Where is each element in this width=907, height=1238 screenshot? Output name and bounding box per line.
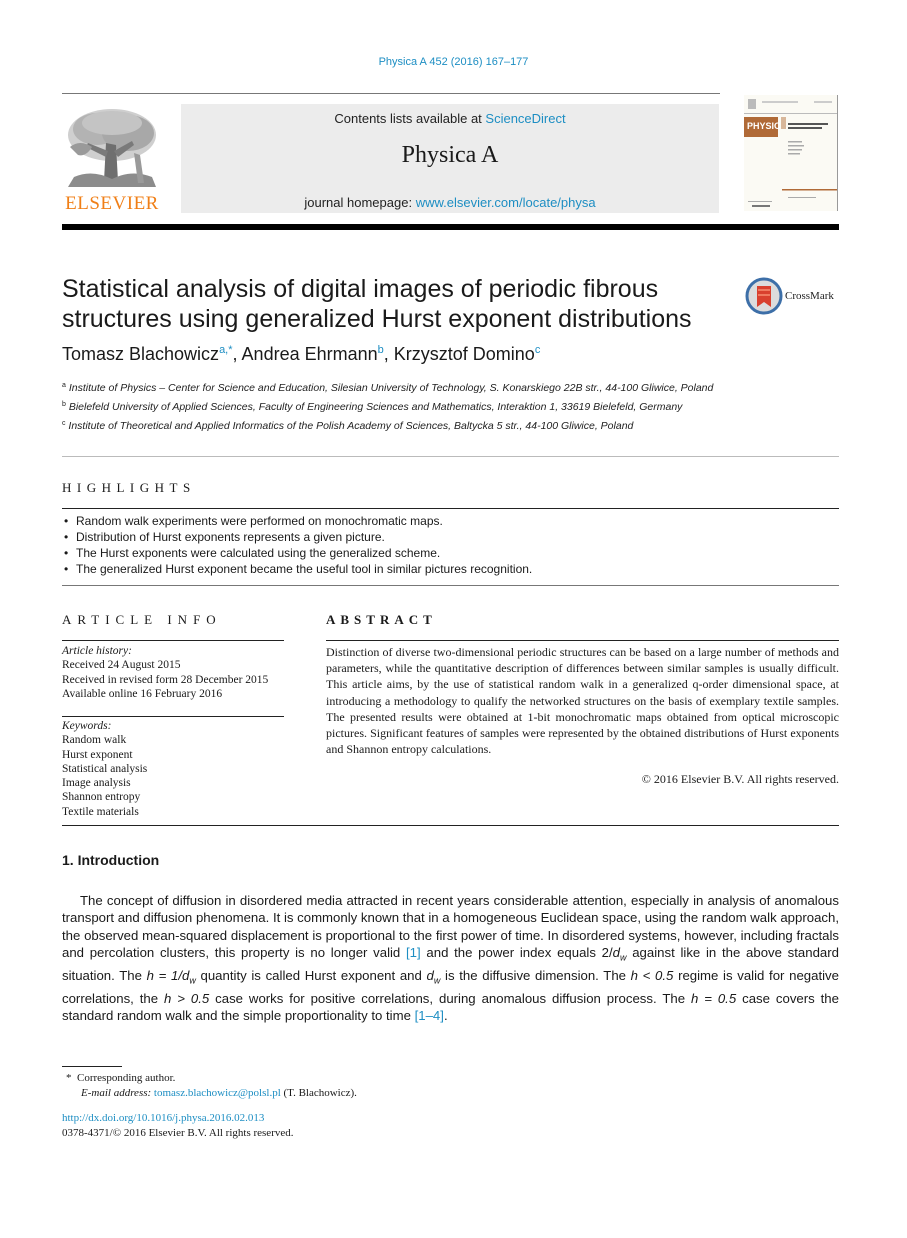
author-name[interactable]: Krzysztof Domino: [394, 344, 535, 364]
email-label: E-mail address:: [81, 1087, 152, 1099]
divider: [62, 716, 284, 717]
keyword: Hurst exponent: [62, 748, 133, 761]
journal-cover-image: PHYSICA: [744, 99, 837, 207]
highlight-item: The generalized Hurst exponent became th…: [62, 561, 839, 577]
journal-name: Physica A: [401, 142, 499, 168]
keywords: Keywords: Random walk Hurst exponent Sta…: [62, 719, 292, 819]
doi-block: http://dx.doi.org/10.1016/j.physa.2016.0…: [62, 1111, 294, 1140]
reference-link[interactable]: [1–4]: [415, 1008, 444, 1023]
doi-link[interactable]: http://dx.doi.org/10.1016/j.physa.2016.0…: [62, 1111, 294, 1126]
highlights-list: Random walk experiments were performed o…: [62, 513, 839, 577]
highlights-heading: HIGHLIGHTS: [62, 480, 196, 495]
affiliation-text: Institute of Theoretical and Applied Inf…: [68, 420, 634, 432]
math-expression: h = 0.5: [690, 990, 737, 1006]
affiliation: b Bielefeld University of Applied Scienc…: [62, 398, 722, 414]
keywords-label: Keywords:: [62, 720, 112, 732]
affiliation-mark: b: [62, 401, 66, 408]
corresponding-author-footnote: * Corresponding author. E-mail address: …: [66, 1071, 357, 1101]
crossmark-badge[interactable]: CrossMark: [745, 277, 845, 317]
keyword: Statistical analysis: [62, 762, 148, 775]
journal-homepage-link[interactable]: www.elsevier.com/locate/physa: [416, 195, 596, 210]
paragraph-text: case works for positive correlations, du…: [209, 990, 691, 1006]
highlight-item: Random walk experiments were performed o…: [62, 513, 839, 529]
history-item: Received 24 August 2015: [62, 659, 181, 672]
affiliation-text: Institute of Physics – Center for Scienc…: [68, 382, 714, 394]
history-item: Received in revised form 28 December 201…: [62, 673, 269, 686]
elsevier-logo[interactable]: ELSEVIER: [62, 103, 162, 215]
corresponding-label: Corresponding author.: [77, 1072, 176, 1084]
affiliation: c Institute of Theoretical and Applied I…: [62, 417, 722, 433]
crossmark-icon: [745, 277, 783, 315]
author-affiliation-mark[interactable]: b: [378, 344, 384, 356]
keyword: Random walk: [62, 734, 127, 747]
author-list: Tomasz Blachowicza,*, Andrea Ehrmannb, K…: [62, 344, 541, 364]
elsevier-wordmark: ELSEVIER: [65, 193, 159, 214]
homepage-line: journal homepage: www.elsevier.com/locat…: [181, 195, 719, 210]
header-rule: [62, 93, 720, 94]
header-thick-rule: [62, 224, 839, 230]
footnote-star: *: [66, 1072, 72, 1084]
history-label: Article history:: [62, 645, 132, 657]
issn-copyright: 0378-4371/© 2016 Elsevier B.V. All right…: [62, 1126, 294, 1139]
history-item: Available online 16 February 2016: [62, 687, 223, 700]
footnote-rule: [62, 1066, 122, 1067]
affiliation-text: Bielefeld University of Applied Sciences…: [68, 401, 683, 413]
introduction-paragraph: The concept of diffusion in disordered m…: [62, 892, 839, 1024]
article-title: Statistical analysis of digital images o…: [62, 275, 692, 333]
highlight-item: The Hurst exponents were calculated usin…: [62, 545, 839, 561]
reference-link[interactable]: [1]: [406, 945, 421, 960]
keyword: Image analysis: [62, 777, 131, 790]
contents-prefix: Contents lists available at: [334, 111, 486, 126]
journal-citation[interactable]: Physica A 452 (2016) 167–177: [0, 56, 907, 68]
author-affiliation-mark[interactable]: c: [535, 344, 541, 356]
homepage-prefix: journal homepage:: [304, 195, 416, 210]
elsevier-tree-icon: [68, 109, 156, 187]
math-symbol: d: [612, 944, 620, 960]
sciencedirect-link[interactable]: ScienceDirect: [485, 111, 565, 126]
author-affiliation-mark[interactable]: a,*: [219, 344, 232, 356]
abstract-copyright: © 2016 Elsevier B.V. All rights reserved…: [641, 772, 839, 786]
affiliation-mark: a: [62, 382, 66, 389]
affiliation-mark: c: [62, 420, 66, 427]
math-expression: h > 0.5: [164, 990, 210, 1006]
keyword: Textile materials: [62, 805, 139, 818]
divider: [62, 640, 284, 641]
article-info-heading: ARTICLE INFO: [62, 612, 222, 627]
author-name[interactable]: Andrea Ehrmann: [242, 344, 378, 364]
divider: [62, 825, 839, 826]
author-name[interactable]: Tomasz Blachowicz: [62, 344, 219, 364]
contents-line: Contents lists available at ScienceDirec…: [181, 111, 719, 126]
math-expression: h = 1/d: [146, 967, 190, 983]
journal-cover-thumbnail[interactable]: PHYSICA: [744, 95, 838, 211]
divider: [62, 585, 839, 586]
email-link[interactable]: tomasz.blachowicz@polsl.pl: [154, 1087, 281, 1099]
affiliations: a Institute of Physics – Center for Scie…: [62, 379, 722, 436]
divider: [326, 640, 839, 641]
paragraph-text: .: [443, 1008, 448, 1024]
math-symbol: d: [426, 967, 434, 983]
math-expression: h < 0.5: [630, 967, 674, 983]
divider: [62, 508, 839, 509]
paragraph-text: and the power index equals 2/: [420, 944, 613, 960]
keyword: Shannon entropy: [62, 791, 141, 804]
article-history: Article history: Received 24 August 2015…: [62, 644, 292, 701]
divider: [62, 456, 839, 457]
paragraph-text: is the diffusive dimension. The: [440, 967, 631, 983]
abstract-heading: ABSTRACT: [326, 612, 437, 627]
journal-banner: Contents lists available at ScienceDirec…: [181, 104, 719, 213]
email-owner: (T. Blachowicz).: [280, 1087, 357, 1099]
crossmark-label: CrossMark: [785, 290, 834, 302]
paragraph-text: quantity is called Hurst exponent and: [195, 967, 427, 983]
highlight-item: Distribution of Hurst exponents represen…: [62, 529, 839, 545]
section-heading-introduction: 1. Introduction: [62, 852, 160, 868]
affiliation: a Institute of Physics – Center for Scie…: [62, 379, 722, 395]
abstract-text: Distinction of diverse two-dimensional p…: [326, 645, 839, 757]
